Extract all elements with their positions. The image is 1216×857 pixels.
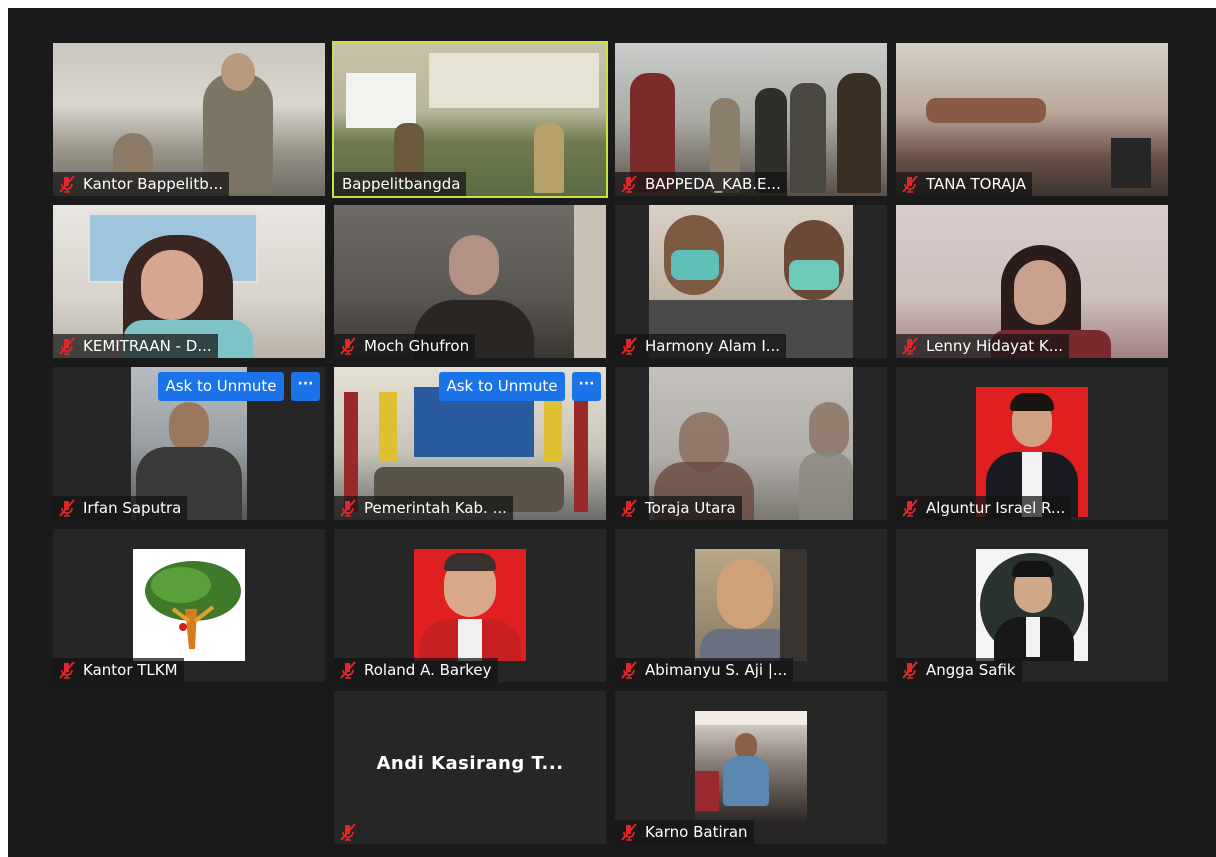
participant-name: Alguntur Israel R...: [896, 496, 1072, 520]
participant-name: Kantor TLKM: [53, 658, 184, 682]
participant-name: Kantor Bappelitb...: [53, 172, 230, 196]
mic-muted-icon: [902, 661, 918, 679]
ask-to-unmute-button[interactable]: Ask to Unmute: [158, 372, 284, 401]
participant-name: Abimanyu S. Aji |...: [615, 658, 794, 682]
participant-tile-roland-barkey[interactable]: Roland A. Barkey: [334, 529, 606, 682]
mic-muted-icon: [340, 823, 356, 841]
participant-name: Roland A. Barkey: [334, 658, 498, 682]
mic-muted-icon: [340, 661, 356, 679]
tlkm-logo: [145, 561, 241, 649]
mic-muted-icon: [59, 175, 75, 193]
mic-muted-icon: [621, 661, 637, 679]
participant-tile-karno-batiran[interactable]: Karno Batiran: [615, 691, 887, 844]
profile-photo: [695, 711, 807, 823]
participant-name: Karno Batiran: [615, 820, 754, 844]
mic-muted-icon: [902, 499, 918, 517]
mic-muted-icon: [340, 499, 356, 517]
more-options-icon[interactable]: ···: [572, 372, 601, 401]
participant-tile-toraja-utara[interactable]: Toraja Utara: [615, 367, 887, 520]
mic-muted-icon: [902, 175, 918, 193]
participant-tile-lenny-hidayat[interactable]: Lenny Hidayat K...: [896, 205, 1168, 358]
mic-muted-icon: [621, 823, 637, 841]
participant-tile-angga-safik[interactable]: Angga Safik: [896, 529, 1168, 682]
participant-name: Harmony Alam I...: [615, 334, 787, 358]
mic-muted-icon: [621, 337, 637, 355]
participant-name-large: Andi Kasirang T...: [376, 753, 564, 774]
mic-muted-icon: [621, 175, 637, 193]
participant-name-footer: [334, 820, 370, 844]
participant-name: KEMITRAAN - D...: [53, 334, 218, 358]
participant-name: Bappelitbangda: [334, 172, 467, 196]
participant-name: Pemerintah Kab. ...: [334, 496, 513, 520]
participant-name: Toraja Utara: [615, 496, 742, 520]
participant-tile-pemerintah-kab[interactable]: Ask to Unmute ··· Pemerintah Kab. ...: [334, 367, 606, 520]
participant-tile-andi-kasirang[interactable]: Andi Kasirang T...: [334, 691, 606, 844]
mic-muted-icon: [621, 499, 637, 517]
participant-name: TANA TORAJA: [896, 172, 1032, 196]
participant-tile-moch-ghufron[interactable]: Moch Ghufron: [334, 205, 606, 358]
participant-tile-abimanyu-aji[interactable]: Abimanyu S. Aji |...: [615, 529, 887, 682]
mic-muted-icon: [59, 499, 75, 517]
participant-name: Irfan Saputra: [53, 496, 188, 520]
participant-name: Angga Safik: [896, 658, 1022, 682]
participant-tile-alguntur-israel[interactable]: Alguntur Israel R...: [896, 367, 1168, 520]
profile-photo: [414, 549, 526, 661]
participant-tile-bappelitbangda[interactable]: Bappelitbangda: [332, 41, 608, 198]
participant-tile-harmony-alam[interactable]: Harmony Alam I...: [615, 205, 887, 358]
participant-tile-kantor-tlkm[interactable]: Kantor TLKM: [53, 529, 325, 682]
profile-photo: [133, 549, 245, 661]
mic-muted-icon: [59, 337, 75, 355]
participant-name: Moch Ghufron: [334, 334, 476, 358]
mic-muted-icon: [340, 337, 356, 355]
participant-tile-tana-toraja[interactable]: TANA TORAJA: [896, 43, 1168, 196]
profile-photo: [976, 549, 1088, 661]
participant-name: BAPPEDA_KAB.E...: [615, 172, 787, 196]
ask-to-unmute-button[interactable]: Ask to Unmute: [439, 372, 565, 401]
participant-tile-irfan-saputra[interactable]: Ask to Unmute ··· Irfan Saputra: [53, 367, 325, 520]
participant-tile-kemitraan[interactable]: KEMITRAAN - D...: [53, 205, 325, 358]
participant-tile-kantor-bappelitb[interactable]: Kantor Bappelitb...: [53, 43, 325, 196]
mic-muted-icon: [59, 661, 75, 679]
meeting-gallery-view: Kantor Bappelitb... Bappelitbangda BAPPE…: [8, 8, 1216, 857]
mic-muted-icon: [902, 337, 918, 355]
participant-tile-bappeda-kab[interactable]: BAPPEDA_KAB.E...: [615, 43, 887, 196]
participant-name: Lenny Hidayat K...: [896, 334, 1069, 358]
more-options-icon[interactable]: ···: [291, 372, 320, 401]
profile-photo: [695, 549, 807, 661]
